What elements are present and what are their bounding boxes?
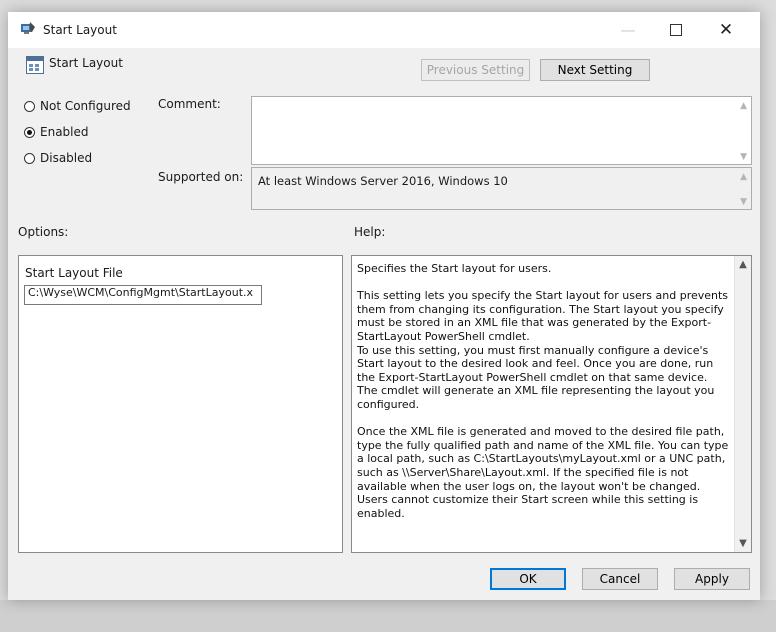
- title-bar: Start Layout — ✕: [8, 12, 760, 48]
- minimize-icon: —: [620, 21, 636, 39]
- supported-on-field: At least Windows Server 2016, Windows 10…: [251, 167, 752, 210]
- supported-on-label: Supported on:: [158, 170, 244, 184]
- help-scrollbar[interactable]: ▲ ▼: [734, 256, 751, 552]
- minimize-button[interactable]: —: [606, 12, 650, 48]
- start-layout-file-input[interactable]: C:\Wyse\WCM\ConfigMgmt\StartLayout.x: [24, 285, 262, 305]
- close-button[interactable]: ✕: [704, 12, 748, 48]
- scroll-up-icon: ▲: [740, 172, 747, 182]
- policy-setting-icon: [26, 56, 44, 74]
- radio-indicator: [24, 152, 35, 164]
- radio-not-configured[interactable]: Not Configured: [24, 99, 131, 113]
- radio-enabled[interactable]: Enabled: [24, 125, 89, 139]
- radio-indicator: [24, 100, 35, 112]
- radio-indicator: [24, 126, 35, 138]
- scroll-down-icon[interactable]: ▼: [735, 538, 751, 549]
- scroll-up-icon[interactable]: ▲: [735, 259, 751, 270]
- options-heading: Options:: [18, 225, 69, 239]
- help-text: Specifies the Start layout for users. Th…: [357, 262, 729, 534]
- scroll-down-icon: ▼: [740, 152, 747, 162]
- desktop-background: [0, 600, 776, 632]
- options-panel: Start Layout File C:\Wyse\WCM\ConfigMgmt…: [18, 255, 343, 553]
- help-paragraph: Specifies the Start layout for users.: [357, 262, 552, 275]
- next-setting-button[interactable]: Next Setting: [540, 59, 650, 81]
- radio-disabled[interactable]: Disabled: [24, 151, 92, 165]
- apply-button[interactable]: Apply: [674, 568, 750, 590]
- maximize-icon: [670, 24, 682, 36]
- comment-label: Comment:: [158, 97, 221, 111]
- help-paragraph: Once the XML file is generated and moved…: [357, 425, 729, 520]
- cancel-button[interactable]: Cancel: [582, 568, 658, 590]
- window-title: Start Layout: [43, 23, 117, 37]
- scroll-up-icon: ▲: [740, 101, 747, 111]
- ok-button[interactable]: OK: [490, 568, 566, 590]
- help-heading: Help:: [354, 225, 386, 239]
- comment-textarea[interactable]: ▲ ▼: [251, 96, 752, 165]
- policy-app-icon: [20, 21, 36, 35]
- close-icon: ✕: [718, 20, 734, 40]
- scroll-down-icon: ▼: [740, 197, 747, 207]
- policy-dialog: Start Layout — ✕ Start Layout Previous S…: [8, 12, 760, 600]
- start-layout-file-label: Start Layout File: [25, 266, 123, 280]
- supported-on-value: At least Windows Server 2016, Windows 10: [258, 174, 508, 188]
- previous-setting-button[interactable]: Previous Setting: [421, 59, 530, 81]
- help-panel: Specifies the Start layout for users. Th…: [351, 255, 752, 553]
- help-paragraph: This setting lets you specify the Start …: [357, 289, 729, 411]
- setting-title: Start Layout: [49, 56, 123, 70]
- maximize-button[interactable]: [654, 12, 698, 48]
